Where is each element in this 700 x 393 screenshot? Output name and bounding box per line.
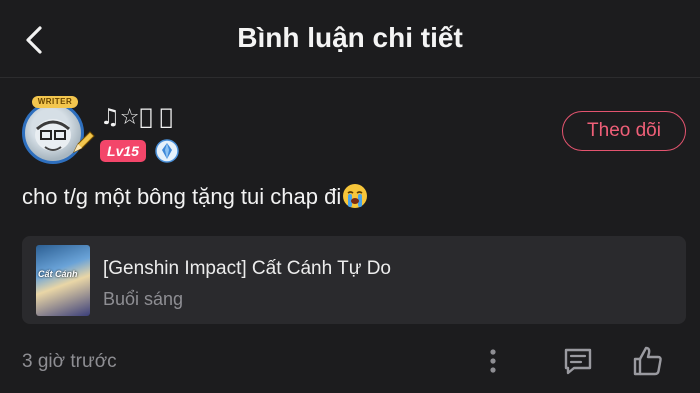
diamond-badge-icon [155,139,179,163]
header-divider [0,77,700,78]
comment-text: cho t/g một bông tặng tui chap đi [22,184,342,209]
cover-title: Cất Cánh [38,269,78,279]
thumbs-up-icon[interactable] [631,344,665,378]
crying-face-emoji [343,184,368,208]
pencil-icon [72,131,95,154]
linked-book-card[interactable]: Cất Cánh [Genshin Impact] Cất Cánh Tự Do… [22,236,686,324]
level-badge: Lv15 [100,140,146,162]
timestamp: 3 giờ trước [22,351,117,372]
avatar[interactable]: WRITER [18,96,95,166]
follow-button[interactable]: Theo dõi [562,111,686,151]
book-cover: Cất Cánh [36,245,90,316]
more-vertical-icon[interactable] [482,346,504,376]
book-title: [Genshin Impact] Cất Cánh Tự Do [103,258,391,279]
writer-badge: WRITER [32,96,78,108]
page-title: Bình luận chi tiết [237,22,463,53]
username[interactable]: ♫☆ﾟ ﾟ [100,105,173,130]
comment-icon[interactable] [561,345,595,377]
chapter-title: Buổi sáng [103,289,184,309]
header-bar: Bình luận chi tiết [0,0,700,78]
comment-text-row: cho t/g một bông tặng tui chap đi [22,183,368,210]
